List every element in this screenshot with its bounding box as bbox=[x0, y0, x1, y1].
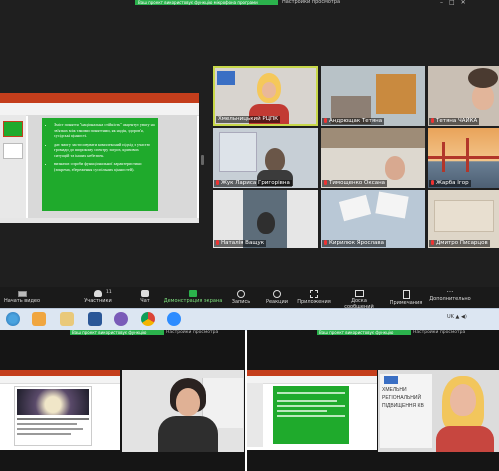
video-tile[interactable]: Андрющак Тетяна bbox=[321, 66, 425, 126]
view-options[interactable]: Настройки просмотра bbox=[166, 330, 218, 335]
participant-name: Дмитро Писарцов bbox=[429, 240, 490, 247]
camera-off-icon bbox=[17, 291, 27, 297]
windows-taskbar bbox=[0, 308, 499, 331]
participants-icon bbox=[94, 290, 102, 297]
apps-button[interactable]: Приложения bbox=[296, 287, 332, 305]
zoom-window-left: Ваш проект використовує функцію Настройк… bbox=[0, 330, 245, 471]
video-tile[interactable]: Хмельницький РЦПК bbox=[213, 66, 318, 126]
zoom-icon[interactable] bbox=[167, 312, 181, 326]
participants-count: 11 bbox=[106, 290, 112, 295]
participant-name: Тетяна ЧАЙКА bbox=[429, 118, 480, 125]
minimize-icon[interactable]: – bbox=[440, 0, 449, 6]
participant-name: Жарба Ігор bbox=[429, 180, 471, 187]
institution-sign: ХМЕЛЬНИ РЕГІОНАЛЬНИЙ ПІДВИЩЕННЯ КВ bbox=[380, 374, 432, 448]
video-tile[interactable]: Жук Лариса Григорівна bbox=[213, 128, 318, 188]
video-tile[interactable] bbox=[122, 370, 244, 452]
window-controls[interactable]: –□✕ bbox=[440, 0, 472, 6]
muted-mic-icon bbox=[324, 180, 327, 185]
start-video-button[interactable]: Начать видео bbox=[2, 287, 42, 304]
shared-screen[interactable] bbox=[0, 370, 120, 450]
share-screen-button[interactable]: Демонстрация экрана bbox=[162, 287, 224, 304]
slide-bullet: визначає спроби функціональної характери… bbox=[54, 161, 155, 172]
more-icon: ··· bbox=[446, 288, 454, 296]
participant-name: Андрющак Тетяна bbox=[322, 118, 385, 125]
shared-screen[interactable] bbox=[247, 370, 377, 450]
view-options[interactable]: Настройки просмотра bbox=[413, 330, 465, 335]
chat-button[interactable]: Чат bbox=[133, 287, 157, 304]
muted-mic-icon bbox=[431, 118, 434, 123]
notes-icon bbox=[402, 290, 410, 299]
system-tray[interactable]: UK ▲ ◀) bbox=[447, 314, 467, 320]
record-button[interactable]: Запись bbox=[228, 287, 254, 305]
share-screen-icon bbox=[189, 290, 197, 297]
participant-name: Наталія Ващук bbox=[214, 240, 267, 247]
record-icon bbox=[237, 290, 245, 298]
whiteboard-button[interactable]: Доска сообщений bbox=[336, 287, 382, 310]
slide-content bbox=[273, 386, 349, 444]
participant-name: Тимощенко Оксана bbox=[322, 180, 388, 187]
sharing-banner[interactable]: Ваш проект використовує функцію bbox=[317, 330, 411, 335]
video-tile[interactable]: Дмитро Писарцов bbox=[428, 190, 499, 248]
muted-mic-icon bbox=[431, 180, 434, 185]
muted-mic-icon bbox=[431, 240, 434, 245]
smiley-icon bbox=[273, 290, 281, 298]
sharing-banner[interactable]: Ваш проект використовує функцію мікрофон… bbox=[135, 0, 278, 5]
video-tile[interactable]: Жарба Ігор bbox=[428, 128, 499, 188]
reactions-button[interactable]: Реакции bbox=[262, 287, 292, 305]
view-options[interactable]: Настройки просмотра bbox=[282, 0, 340, 5]
chrome-icon[interactable] bbox=[141, 312, 155, 326]
more-button[interactable]: ··· Дополнительно bbox=[428, 287, 472, 303]
video-tile[interactable]: Наталія Ващук bbox=[213, 190, 318, 248]
participant-name: Кирилюк Ярослава bbox=[322, 240, 386, 247]
apps-icon bbox=[310, 290, 318, 298]
splitter-handle[interactable] bbox=[201, 155, 204, 165]
close-icon[interactable]: ✕ bbox=[461, 0, 472, 6]
maximize-icon[interactable]: □ bbox=[449, 0, 461, 6]
start-icon[interactable] bbox=[6, 312, 20, 326]
video-tile[interactable]: Кирилюк Ярослава bbox=[321, 190, 425, 248]
slide-bullet: Зміст поняття "національна стійкість" ак… bbox=[54, 122, 155, 139]
slide-thumbnails bbox=[0, 115, 26, 218]
shared-screen[interactable]: Зміст поняття "національна стійкість" ак… bbox=[0, 93, 199, 223]
video-tile[interactable]: Тетяна ЧАЙКА bbox=[428, 66, 499, 126]
folder-icon[interactable] bbox=[60, 312, 74, 326]
participant-name: Жук Лариса Григорівна bbox=[214, 180, 292, 187]
muted-mic-icon bbox=[324, 240, 327, 245]
muted-mic-icon bbox=[324, 118, 327, 123]
slide-content: Зміст поняття "національна стійкість" ак… bbox=[42, 118, 158, 211]
participant-name: Хмельницький РЦПК bbox=[216, 116, 281, 123]
zoom-window-right: Ваш проект використовує функцію Настройк… bbox=[247, 330, 499, 471]
slide-bullet: дає змогу застосовувати комплексний підх… bbox=[54, 142, 155, 159]
notes-button[interactable]: Примечания bbox=[386, 287, 426, 306]
video-tile[interactable]: ХМЕЛЬНИ РЕГІОНАЛЬНИЙ ПІДВИЩЕННЯ КВ bbox=[378, 370, 499, 452]
video-tile[interactable]: Тимощенко Оксана bbox=[321, 128, 425, 188]
chat-icon bbox=[141, 290, 149, 297]
whiteboard-icon bbox=[354, 290, 364, 297]
viber-icon[interactable] bbox=[114, 312, 128, 326]
muted-mic-icon bbox=[216, 180, 219, 185]
ppt-title-bar bbox=[0, 93, 199, 103]
media-player-icon[interactable] bbox=[32, 312, 46, 326]
sharing-banner[interactable]: Ваш проект використовує функцію bbox=[70, 330, 164, 335]
word-icon[interactable] bbox=[88, 312, 102, 326]
muted-mic-icon bbox=[216, 240, 219, 245]
ppt-status-bar bbox=[0, 218, 199, 223]
